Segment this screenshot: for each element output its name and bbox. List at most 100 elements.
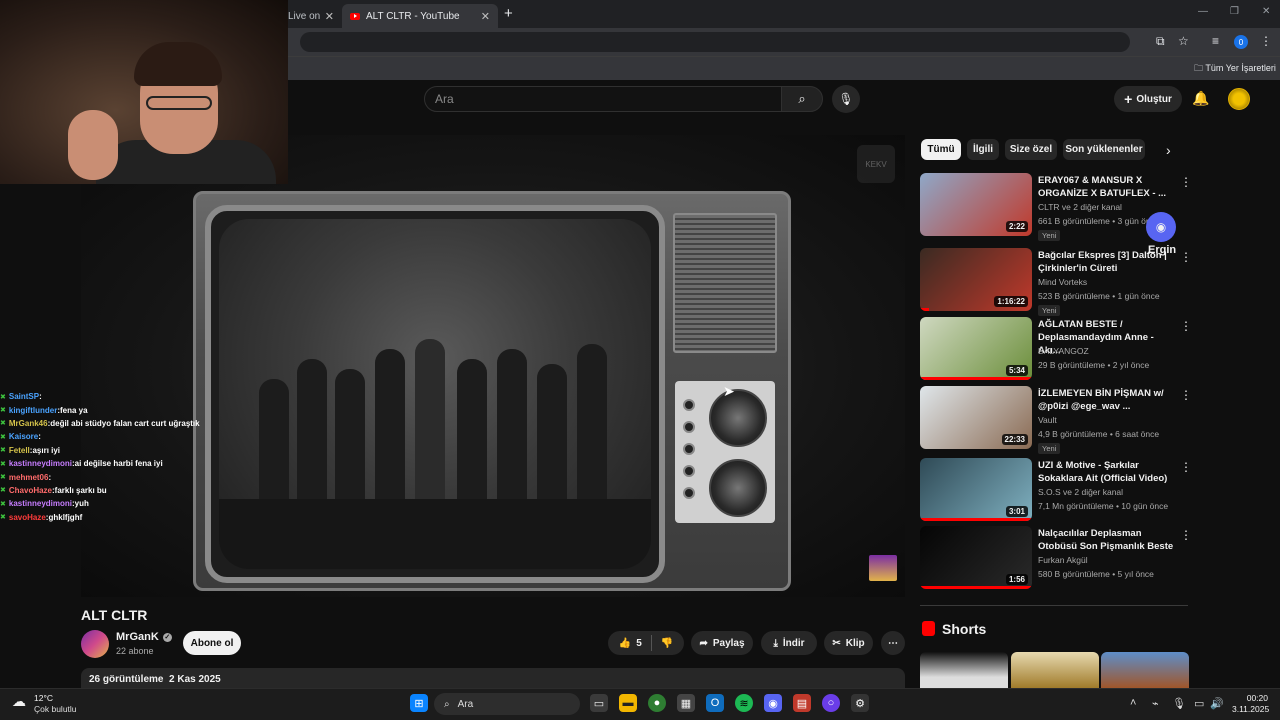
recommendation-card[interactable]: 22:33 İZLEMEYEN BİN PİŞMAN w/ @p0izi @ege… xyxy=(920,386,1192,454)
clip-button[interactable]: ✂ Klip xyxy=(824,631,873,655)
install-app-icon[interactable]: ⧉ xyxy=(1156,34,1165,49)
chat-badge-icon: ✖ xyxy=(0,487,6,495)
chevron-right-icon[interactable]: › xyxy=(1166,142,1171,158)
like-button[interactable]: 👍 5 xyxy=(619,638,642,649)
more-options-icon[interactable]: ⋮ xyxy=(1180,319,1192,333)
minimize-icon[interactable]: — xyxy=(1198,6,1208,17)
recommendation-card[interactable]: 3:01 UZI & Motive - Şarkılar Sokaklara Ai… xyxy=(920,458,1192,522)
new-badge: Yeni xyxy=(1038,443,1061,454)
maximize-icon[interactable]: ❐ xyxy=(1230,6,1239,17)
recommendation-title[interactable]: UZI & Motive - Şarkılar Sokaklara Ait (O… xyxy=(1038,459,1174,485)
more-options-icon[interactable]: ⋮ xyxy=(1180,250,1192,264)
video-thumbnail[interactable]: 1:16:22 xyxy=(920,248,1032,311)
create-button[interactable]: + Oluştur xyxy=(1114,86,1182,112)
figure-silhouette xyxy=(375,349,405,509)
short-thumbnail[interactable] xyxy=(1011,652,1099,688)
video-player[interactable]: KEKV ➤ xyxy=(81,135,905,597)
channel-name[interactable]: MrGanK ✓ xyxy=(116,631,172,643)
microphone-icon[interactable]: 🎙 xyxy=(1172,697,1186,710)
tab-live[interactable]: Live on ✕ xyxy=(280,4,342,28)
recommendation-card[interactable]: 5:34 AĞLATAN BESTE / Deplasmandaydım Anne… xyxy=(920,317,1192,381)
chat-message: ✖ SaintSP : xyxy=(0,390,260,403)
menu-kebab-icon[interactable]: ⋮ xyxy=(1260,34,1272,48)
chip-recent-uploads[interactable]: Son yüklenenler xyxy=(1063,139,1145,160)
more-options-icon[interactable]: ⋮ xyxy=(1180,528,1192,542)
account-avatar[interactable] xyxy=(1228,88,1250,110)
subscribe-button[interactable]: Abone ol xyxy=(183,631,241,655)
channel-watermark[interactable]: KEKV xyxy=(857,145,895,183)
weather-description[interactable]: Çok bulutlu xyxy=(34,704,77,714)
app-icon[interactable]: ⚙ xyxy=(851,694,869,712)
recommendation-title[interactable]: İZLEMEYEN BİN PİŞMAN w/ @p0izi @ege_wav … xyxy=(1038,387,1174,413)
figure-silhouette xyxy=(497,349,527,509)
close-window-icon[interactable]: ✕ xyxy=(1262,6,1270,17)
chat-username: MrGank46 xyxy=(8,418,48,428)
download-button[interactable]: ⤓ İndir xyxy=(761,631,817,655)
chip-related[interactable]: İlgili xyxy=(967,139,999,160)
chat-username: SaintSP xyxy=(8,392,40,402)
chip-for-you[interactable]: Size özel xyxy=(1005,139,1057,160)
video-thumbnail[interactable]: 22:33 xyxy=(920,386,1032,449)
clock-time[interactable]: 00:20 xyxy=(1232,693,1268,703)
recommendation-channel[interactable]: BALYANGOZ xyxy=(1038,346,1089,356)
recommendation-channel[interactable]: S.O.S ve 2 diğer kanal xyxy=(1038,487,1123,497)
channel-avatar[interactable] xyxy=(81,630,109,658)
microphone-icon: 🎙 xyxy=(838,92,854,106)
taskbar-search[interactable]: ⌕ Ara xyxy=(434,693,580,715)
notifications-bell-icon[interactable]: 🔔 xyxy=(1192,90,1209,107)
more-options-icon[interactable]: ⋮ xyxy=(1180,460,1192,474)
more-actions-button[interactable]: ⋯ xyxy=(881,631,905,655)
recommendation-title[interactable]: ERAY067 & MANSUR X ORGANİZE X BATUFLEX -… xyxy=(1038,174,1174,200)
video-thumbnail[interactable]: 5:34 xyxy=(920,317,1032,380)
short-thumbnail[interactable] xyxy=(920,652,1008,688)
chrome-icon[interactable]: ● xyxy=(648,694,666,712)
windows-start-icon[interactable]: ⊞ xyxy=(410,694,428,712)
calculator-icon[interactable]: ▦ xyxy=(677,694,695,712)
discord-icon[interactable]: ◉ xyxy=(764,694,782,712)
recommendation-card[interactable]: 1:56 Nalçacılılar Deplasman Otobüsü Son P… xyxy=(920,526,1192,590)
task-view-icon[interactable]: ▭ xyxy=(590,694,608,712)
video-thumbnail[interactable]: 2:22 xyxy=(920,173,1032,236)
app-icon[interactable]: ▤ xyxy=(793,694,811,712)
recommendation-title[interactable]: Nalçacılılar Deplasman Otobüsü Son Pişma… xyxy=(1038,527,1174,553)
profile-avatar[interactable]: 0 xyxy=(1234,35,1248,49)
dislike-button[interactable]: 👎 xyxy=(661,638,673,649)
address-bar[interactable] xyxy=(300,32,1130,52)
tray-chevron-icon[interactable]: ˄ xyxy=(1130,697,1136,709)
recommendation-channel[interactable]: Vault xyxy=(1038,415,1057,425)
close-icon[interactable]: ✕ xyxy=(325,10,334,23)
new-tab-button[interactable]: + xyxy=(504,5,513,22)
weather-cloud-icon[interactable]: ☁ xyxy=(12,693,26,710)
short-thumbnail[interactable] xyxy=(1101,652,1189,688)
volume-icon[interactable]: 🔊 xyxy=(1210,697,1224,710)
media-control-icon[interactable]: ≡ xyxy=(1212,34,1219,48)
network-icon[interactable]: ⌁ xyxy=(1152,697,1159,710)
chip-all[interactable]: Tümü xyxy=(921,139,961,160)
figure-silhouette xyxy=(335,369,365,509)
spotify-icon[interactable]: ≋ xyxy=(735,694,753,712)
bookmark-star-icon[interactable]: ☆ xyxy=(1178,34,1189,48)
clock-date[interactable]: 3.11.2025 xyxy=(1232,704,1269,714)
share-button[interactable]: ➦ Paylaş xyxy=(691,631,753,655)
close-icon[interactable]: ✕ xyxy=(481,10,490,23)
more-options-icon[interactable]: ⋮ xyxy=(1180,175,1192,189)
search-button[interactable]: ⌕ xyxy=(781,86,823,112)
display-icon[interactable]: ▭ xyxy=(1194,697,1204,710)
voice-search-button[interactable]: 🎙 xyxy=(832,85,860,113)
video-thumbnail[interactable]: 3:01 xyxy=(920,458,1032,521)
outlook-icon[interactable]: O xyxy=(706,694,724,712)
more-options-icon[interactable]: ⋮ xyxy=(1180,388,1192,402)
tab-youtube[interactable]: ALT CLTR - YouTube ✕ xyxy=(342,4,498,28)
recommendation-meta: 523 B görüntüleme • 1 gün önce xyxy=(1038,291,1160,301)
recommendation-channel[interactable]: Furkan Akgül xyxy=(1038,555,1088,565)
search-input[interactable]: Ara xyxy=(424,86,782,112)
recommendation-channel[interactable]: CLTR ve 2 diğer kanal xyxy=(1038,202,1122,212)
video-thumbnail[interactable]: 1:56 xyxy=(920,526,1032,589)
file-explorer-icon[interactable]: ▬ xyxy=(619,694,637,712)
end-screen-channel-thumbnail[interactable] xyxy=(869,555,897,581)
recommendation-channel[interactable]: Mind Vorteks xyxy=(1038,277,1087,287)
weather-temperature[interactable]: 12°C xyxy=(34,693,53,703)
all-bookmarks-folder[interactable]: 🗀 Tüm Yer İşaretleri xyxy=(1194,61,1276,77)
app-icon[interactable]: ○ xyxy=(822,694,840,712)
recommendation-card[interactable]: 1:16:22 Bağcılar Ekspres [3] Dalton | Çir… xyxy=(920,248,1192,316)
